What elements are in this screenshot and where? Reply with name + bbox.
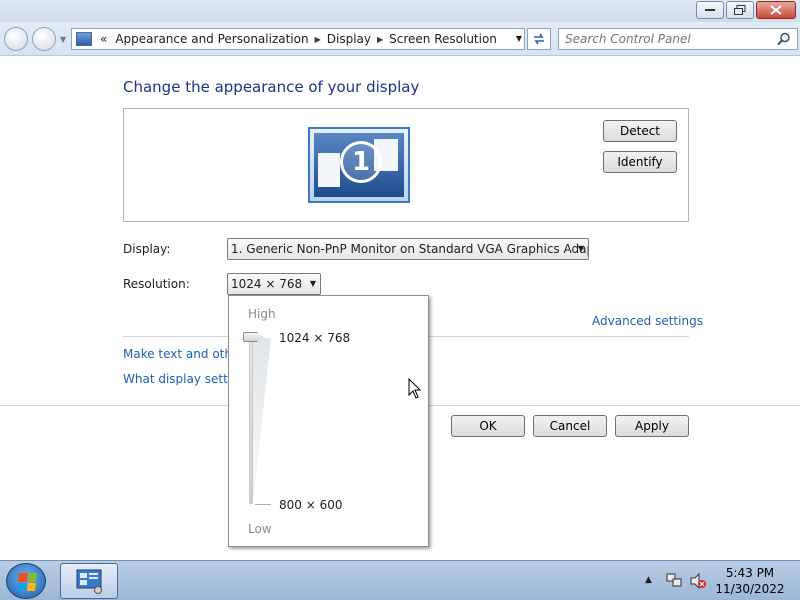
refresh-button[interactable] xyxy=(527,28,551,50)
back-button[interactable] xyxy=(4,27,28,51)
taskbar-control-panel[interactable] xyxy=(60,563,118,599)
start-button[interactable] xyxy=(6,563,46,599)
navigation-bar: ▼ « Appearance and Personalization ▶ Dis… xyxy=(0,22,800,56)
slider-range-wedge xyxy=(253,338,271,504)
address-dropdown-icon[interactable]: ▼ xyxy=(516,34,522,43)
minimize-button[interactable] xyxy=(696,1,724,19)
minimize-icon xyxy=(705,9,715,11)
cancel-button[interactable]: Cancel xyxy=(533,415,607,437)
close-icon xyxy=(770,5,782,15)
display-label: Display: xyxy=(123,242,171,256)
close-button[interactable] xyxy=(756,1,796,19)
windows-logo-icon xyxy=(17,573,37,591)
high-label: High xyxy=(248,307,276,321)
low-label: Low xyxy=(248,522,272,536)
title-bar xyxy=(0,0,800,22)
maximize-button[interactable] xyxy=(726,1,754,19)
restore-icon xyxy=(734,5,746,15)
display-preview-panel: 1 Detect Identify xyxy=(123,108,689,222)
breadcrumb-prefix[interactable]: « xyxy=(96,32,111,46)
search-input[interactable] xyxy=(559,29,769,49)
chevron-down-icon: ▼ xyxy=(577,244,584,253)
control-panel-icon xyxy=(76,32,92,46)
control-panel-icon xyxy=(76,569,102,594)
search-icon[interactable] xyxy=(777,32,791,46)
breadcrumb-screen-resolution[interactable]: Screen Resolution xyxy=(385,32,501,46)
taskbar: ▲ 5:43 PM 11/30/2022 xyxy=(0,560,800,600)
breadcrumb-appearance[interactable]: Appearance and Personalization xyxy=(111,32,312,46)
display-select-value: 1. Generic Non-PnP Monitor on Standard V… xyxy=(231,242,589,256)
clock-date: 11/30/2022 xyxy=(715,582,785,596)
detect-button[interactable]: Detect xyxy=(603,120,677,142)
address-bar[interactable]: « Appearance and Personalization ▶ Displ… xyxy=(71,28,525,50)
resolution-slider-track[interactable] xyxy=(249,338,253,504)
resolution-select[interactable]: 1024 × 768 ▼ xyxy=(227,273,321,295)
window-controls xyxy=(696,1,796,19)
refresh-icon xyxy=(534,33,544,45)
network-icon[interactable] xyxy=(665,572,683,590)
forward-button[interactable] xyxy=(32,27,56,51)
ok-button[interactable]: OK xyxy=(451,415,525,437)
recent-pages-icon[interactable]: ▼ xyxy=(60,35,66,44)
identify-button[interactable]: Identify xyxy=(603,151,677,173)
window-thumbnail xyxy=(318,153,340,187)
resolution-label: Resolution: xyxy=(123,277,190,291)
display-select[interactable]: 1. Generic Non-PnP Monitor on Standard V… xyxy=(227,238,589,260)
resolution-popup: High 1024 × 768 800 × 600 Low xyxy=(228,295,429,547)
resolution-option-bottom[interactable]: 800 × 600 xyxy=(279,498,343,512)
monitor-screen: 1 xyxy=(314,133,404,197)
resolution-option-top[interactable]: 1024 × 768 xyxy=(279,331,350,345)
apply-button[interactable]: Apply xyxy=(615,415,689,437)
breadcrumb-display[interactable]: Display xyxy=(323,32,375,46)
chevron-down-icon: ▼ xyxy=(309,279,316,288)
clock-time: 5:43 PM xyxy=(725,566,775,580)
show-hidden-icons-icon[interactable]: ▲ xyxy=(645,575,652,585)
volume-muted-icon[interactable] xyxy=(689,572,707,590)
chevron-right-icon[interactable]: ▶ xyxy=(375,35,385,44)
system-clock[interactable]: 5:43 PM 11/30/2022 xyxy=(714,565,786,597)
search-box[interactable] xyxy=(558,28,798,50)
monitor-number: 1 xyxy=(340,141,382,183)
resolution-select-value: 1024 × 768 xyxy=(231,277,303,291)
chevron-right-icon[interactable]: ▶ xyxy=(313,35,323,44)
page-title: Change the appearance of your display xyxy=(123,78,420,96)
slider-tick xyxy=(255,504,271,505)
text-size-link[interactable]: Make text and other xyxy=(123,347,244,361)
advanced-settings-link[interactable]: Advanced settings xyxy=(592,314,703,328)
monitor-1-icon[interactable]: 1 xyxy=(308,127,410,203)
mouse-cursor-icon xyxy=(408,378,422,399)
